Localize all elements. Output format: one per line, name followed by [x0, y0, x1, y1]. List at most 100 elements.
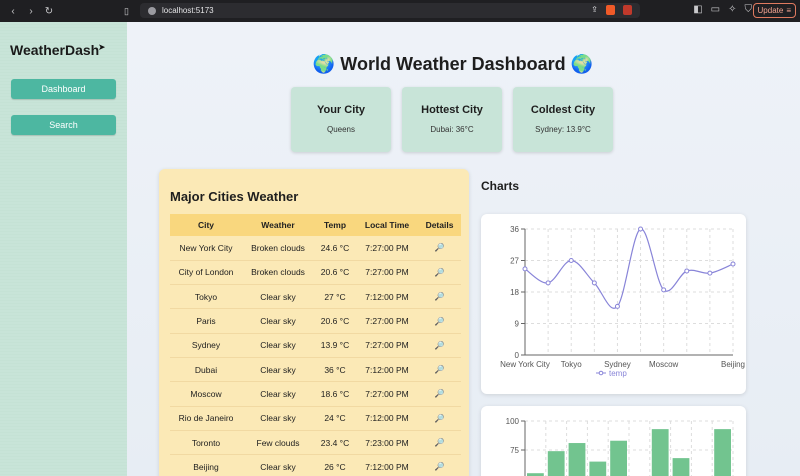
cell-local-time: 7:27:00 PM	[356, 236, 418, 261]
bar	[672, 458, 690, 476]
bar	[714, 429, 731, 476]
cell-local-time: 7:27:00 PM	[356, 381, 418, 407]
header-weather: Weather	[242, 214, 314, 236]
card-your-city: Your City Queens	[291, 87, 391, 152]
forward-icon[interactable]: ›	[26, 6, 36, 17]
data-point	[614, 303, 620, 309]
brave-shield-icon[interactable]	[606, 5, 615, 15]
details-button[interactable]: 🔎	[418, 260, 461, 286]
series-line-temp	[524, 228, 734, 309]
menu-icon: ≡	[786, 6, 791, 15]
y-tick-label: 0	[515, 351, 520, 360]
vpn-icon[interactable]: ⛉	[745, 4, 753, 15]
update-label: Update	[757, 6, 784, 15]
reload-icon[interactable]: ↻	[44, 6, 54, 17]
data-point	[730, 261, 736, 267]
legend-label: temp	[609, 369, 627, 378]
y-tick-label: 75	[510, 446, 519, 455]
table-row: Paris Clear sky 20.6 °C 7:27:00 PM 🔎	[170, 308, 461, 334]
data-point	[707, 270, 713, 276]
details-button[interactable]: 🔎	[418, 406, 461, 431]
x-tick-label: Tokyo	[561, 360, 582, 369]
legend-marker	[598, 370, 604, 376]
card-value: Sydney: 13.9°C	[535, 125, 591, 134]
address-bar[interactable]: localhost:5173 ⇪	[140, 3, 640, 18]
sidebar-item-dashboard[interactable]: Dashboard	[11, 79, 116, 99]
cities-table-panel: Major Cities Weather City Weather Temp L…	[159, 169, 469, 476]
cell-local-time: 7:27:00 PM	[356, 308, 418, 334]
cell-temp: 24.6 °C	[314, 236, 356, 261]
cell-temp: 20.6 °C	[314, 308, 356, 334]
cell-local-time: 7:23:00 PM	[356, 430, 418, 456]
sidebar-item-search[interactable]: Search	[11, 115, 116, 135]
cell-temp: 24 °C	[314, 406, 356, 431]
cell-temp: 36 °C	[314, 357, 356, 383]
cell-weather: Clear sky	[242, 454, 314, 476]
table-row: Sydney Clear sky 13.9 °C 7:27:00 PM 🔎	[170, 333, 461, 358]
y-tick-label: 100	[506, 417, 520, 426]
details-button[interactable]: 🔎	[418, 236, 461, 261]
data-point	[545, 280, 551, 286]
cell-city: Tokyo	[170, 284, 242, 310]
card-coldest-city: Coldest City Sydney: 13.9°C	[513, 87, 613, 152]
update-button[interactable]: Update ≡	[752, 3, 796, 18]
site-info-icon[interactable]	[148, 6, 156, 15]
table-row: City of London Broken clouds 20.6 °C 7:27:0…	[170, 260, 461, 286]
cell-weather: Broken clouds	[242, 236, 314, 261]
share-icon[interactable]: ⇪	[591, 5, 598, 15]
cell-local-time: 7:27:00 PM	[356, 333, 418, 358]
cell-weather: Clear sky	[242, 284, 314, 310]
cell-city: Toronto	[170, 430, 242, 456]
cell-local-time: 7:12:00 PM	[356, 406, 418, 431]
bar	[589, 461, 607, 476]
header-local-time: Local Time	[356, 214, 418, 236]
data-point	[638, 226, 644, 232]
details-button[interactable]: 🔎	[418, 381, 461, 407]
table-row: Toronto Few clouds 23.4 °C 7:23:00 PM 🔎	[170, 430, 461, 456]
header-temp: Temp	[314, 214, 356, 236]
table-row: Rio de Janeiro Clear sky 24 °C 7:12:00 PM 🔎	[170, 406, 461, 431]
details-button[interactable]: 🔎	[418, 430, 461, 456]
card-value: Queens	[326, 125, 356, 134]
browser-nav: ‹ › ↻	[0, 6, 54, 17]
data-point	[661, 287, 667, 293]
data-point	[522, 266, 528, 272]
cell-city: Beijing	[170, 454, 242, 476]
table-row: Dubai Clear sky 36 °C 7:12:00 PM 🔎	[170, 357, 461, 383]
details-button[interactable]: 🔎	[418, 454, 461, 476]
sidebar-toggle-icon[interactable]: ◧	[693, 4, 702, 15]
extensions-icon[interactable]: ✧	[728, 4, 736, 15]
details-button[interactable]: 🔎	[418, 284, 461, 310]
temperature-line-chart: 0 9 18 27 36 New York City Tokyo Sydney Moscow Be…	[500, 225, 745, 378]
cell-temp: 23.4 °C	[314, 430, 356, 456]
header-city: City	[170, 214, 242, 236]
bar	[610, 440, 627, 476]
cities-table: City Weather Temp Local Time Details New…	[170, 214, 461, 476]
details-button[interactable]: 🔎	[418, 357, 461, 383]
cell-local-time: 7:12:00 PM	[356, 454, 418, 476]
y-tick-label: 9	[515, 320, 520, 329]
table-row: Beijing Clear sky 26 °C 7:12:00 PM 🔎	[170, 454, 461, 476]
details-button[interactable]: 🔎	[418, 333, 461, 358]
card-title: Hottest City	[421, 104, 483, 116]
page-title: 🌍 World Weather Dashboard 🌍	[312, 54, 594, 74]
table-row: New York City Broken clouds 24.6 °C 7:27:00…	[170, 236, 461, 261]
y-tick-label: 27	[510, 257, 519, 266]
wallet-icon[interactable]: ▭	[711, 4, 720, 15]
details-button[interactable]: 🔎	[418, 308, 461, 334]
cell-weather: Clear sky	[242, 406, 314, 431]
bookmark-icon[interactable]: ▯	[124, 6, 129, 17]
data-point	[568, 258, 574, 263]
cell-temp: 27 °C	[314, 284, 356, 310]
extension-icon[interactable]	[623, 5, 632, 15]
x-tick-label: New York City	[500, 360, 550, 369]
bar	[568, 443, 586, 476]
cell-temp: 18.6 °C	[314, 381, 356, 407]
cell-local-time: 7:12:00 PM	[356, 284, 418, 310]
back-icon[interactable]: ‹	[8, 6, 18, 17]
table-row: Moscow Clear sky 18.6 °C 7:27:00 PM 🔎	[170, 381, 461, 407]
cell-temp: 13.9 °C	[314, 333, 356, 358]
table-header-row: City Weather Temp Local Time Details	[170, 214, 461, 236]
x-tick-label: Moscow	[649, 360, 679, 369]
y-tick-label: 36	[510, 225, 519, 234]
